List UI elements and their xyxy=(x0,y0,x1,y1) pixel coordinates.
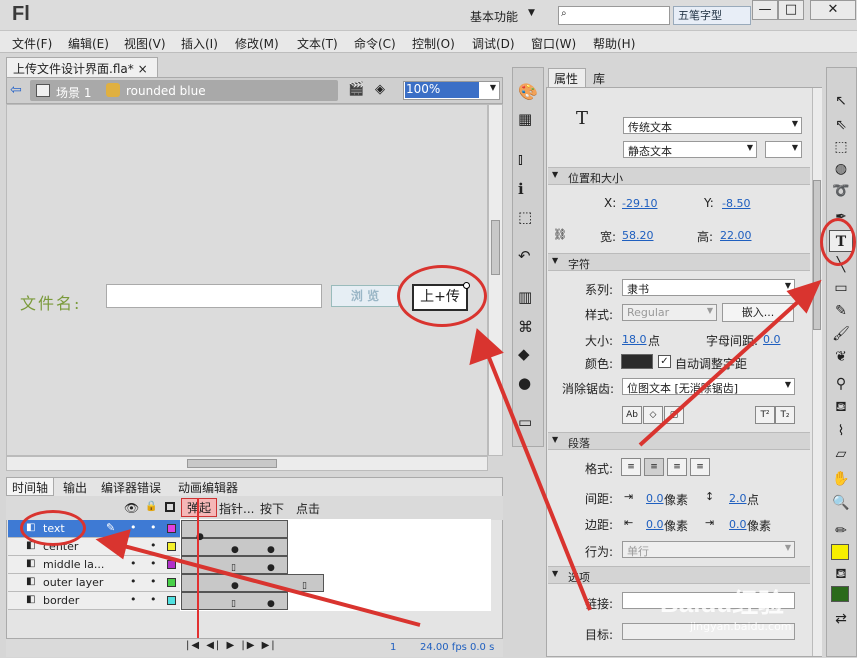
annotation-arrowhead xyxy=(95,529,131,560)
annotation-arrows xyxy=(95,279,822,627)
annotation-arrow xyxy=(486,354,592,611)
watermark-text: Baidu经验 xyxy=(660,588,785,618)
watermark-url: jingyan.baidu.com xyxy=(690,620,792,633)
annotation-arrowhead xyxy=(469,328,504,366)
annotation-arrow xyxy=(638,298,802,447)
annotation-arrow xyxy=(119,543,421,627)
